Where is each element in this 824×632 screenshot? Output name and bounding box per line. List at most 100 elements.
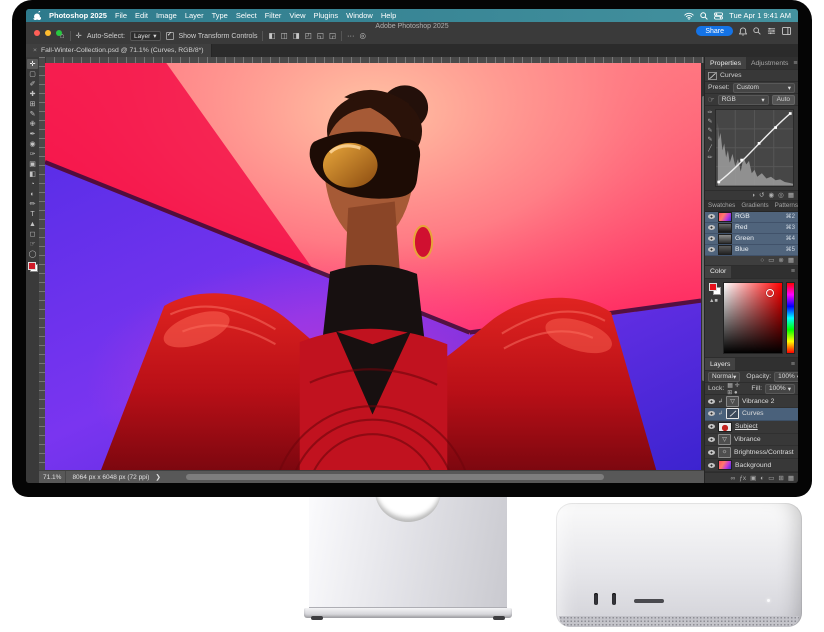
layer-row-subject[interactable]: Subject — [705, 421, 798, 434]
add-mask-icon[interactable]: ▣ — [750, 474, 756, 482]
eye-icon[interactable] — [708, 463, 715, 468]
notifications-bell-icon[interactable] — [739, 27, 747, 36]
minimize-window-button[interactable] — [45, 30, 51, 36]
panel-menu-icon[interactable]: ≡ — [791, 361, 798, 368]
align-bottom-icon[interactable]: ◲ — [329, 32, 336, 40]
reset-icon[interactable]: ↺ — [759, 191, 764, 199]
channel-row-green[interactable]: Green ⌘4 — [705, 234, 798, 245]
gradient-tool[interactable]: ◧ — [27, 169, 38, 179]
menu-help[interactable]: Help — [381, 11, 396, 20]
channel-row-rgb[interactable]: RGB ⌘2 — [705, 212, 798, 223]
home-icon[interactable]: ⌂ — [60, 32, 65, 40]
eye-icon[interactable] — [708, 236, 715, 241]
eye-icon[interactable] — [708, 437, 715, 442]
visibility-icon[interactable]: ◎ — [778, 191, 784, 199]
more-options-icon[interactable]: ··· — [347, 32, 355, 40]
panel-menu-icon[interactable]: ≡ — [793, 60, 798, 67]
gray-point-eyedropper-icon[interactable]: ✎ — [707, 127, 712, 134]
menubar-clock[interactable]: Tue Apr 1 9:41 AM — [729, 11, 791, 20]
menu-file[interactable]: File — [115, 11, 127, 20]
save-selection-icon[interactable]: ▭ — [768, 256, 774, 264]
layer-name[interactable]: Curves — [742, 410, 764, 417]
delete-icon[interactable]: ▦ — [788, 191, 794, 199]
healing-brush-tool[interactable]: ✙ — [27, 119, 38, 129]
foreground-background-swatches[interactable] — [28, 262, 38, 272]
tab-properties[interactable]: Properties — [705, 57, 746, 69]
saturation-brightness-field[interactable] — [723, 282, 783, 355]
smooth-curve-icon[interactable]: ✏ — [707, 154, 712, 161]
magic-wand-tool[interactable]: ✚ — [27, 89, 38, 99]
new-group-icon[interactable]: ▭ — [768, 474, 774, 482]
shape-tool[interactable]: ◻ — [27, 229, 38, 239]
tab-patterns[interactable]: Patterns — [772, 201, 798, 211]
foreground-color-swatch[interactable] — [709, 283, 717, 291]
auto-select-dropdown[interactable]: Layer▾ — [130, 31, 161, 41]
pen-tool[interactable]: ✏ — [27, 199, 38, 209]
eye-icon[interactable] — [708, 450, 715, 455]
draw-curve-icon[interactable]: ╱ — [708, 145, 712, 152]
history-brush-tool[interactable]: ✑ — [27, 149, 38, 159]
status-chevron-icon[interactable]: ❯ — [155, 473, 160, 481]
workspace-layout-icon[interactable] — [782, 27, 792, 35]
eye-icon[interactable] — [708, 411, 715, 416]
eye-icon[interactable] — [708, 424, 715, 429]
align-top-icon[interactable]: ◰ — [305, 32, 312, 40]
preset-dropdown[interactable]: Custom▾ — [733, 83, 795, 93]
link-layers-icon[interactable]: ∞ — [731, 475, 736, 482]
align-left-icon[interactable]: ◧ — [268, 32, 275, 40]
hue-slider[interactable] — [786, 282, 795, 355]
menu-edit[interactable]: Edit — [135, 11, 148, 20]
dodge-tool[interactable]: ◐ — [27, 189, 38, 199]
menu-plugins[interactable]: Plugins — [314, 11, 339, 20]
tab-swatches[interactable]: Swatches — [705, 201, 738, 211]
clip-display-icon[interactable]: ◑ — [751, 192, 755, 199]
channel-row-blue[interactable]: Blue ⌘5 — [705, 245, 798, 256]
color-marker[interactable] — [766, 289, 774, 297]
layer-name[interactable]: Brightness/Contrast — [734, 449, 794, 456]
layer-name[interactable]: Vibrance — [734, 436, 761, 443]
crop-tool[interactable]: ⊞ — [27, 99, 38, 109]
zoom-level[interactable]: 71.1% — [39, 471, 66, 483]
curves-graph[interactable] — [715, 109, 794, 187]
tab-gradients[interactable]: Gradients — [738, 201, 771, 211]
menubar-app-name[interactable]: Photoshop 2025 — [49, 11, 107, 20]
search-icon[interactable] — [700, 12, 708, 20]
channel-dropdown[interactable]: RGB▾ — [718, 95, 769, 105]
white-point-eyedropper-icon[interactable]: ✎ — [707, 136, 712, 143]
tab-color[interactable]: Color — [705, 266, 731, 278]
workspace-settings-icon[interactable] — [767, 27, 776, 35]
layer-row-brightness-contrast[interactable]: ☼ Brightness/Contrast — [705, 446, 798, 459]
align-middle-icon[interactable]: ◱ — [317, 32, 324, 40]
eye-icon[interactable] — [708, 399, 715, 404]
wifi-icon[interactable] — [684, 12, 694, 20]
align-center-icon[interactable]: ◫ — [281, 32, 288, 40]
canvas-image[interactable] — [45, 63, 701, 471]
new-layer-icon[interactable]: ⊞ — [778, 474, 783, 482]
eye-icon[interactable] — [708, 225, 715, 230]
delete-channel-icon[interactable]: ▦ — [788, 256, 794, 264]
fill-dropdown[interactable]: 100%▾ — [765, 384, 795, 394]
layer-row-background[interactable]: Background — [705, 459, 798, 472]
layer-name[interactable]: Subject — [735, 423, 758, 430]
eye-icon[interactable] — [708, 214, 715, 219]
load-selection-icon[interactable]: ○ — [760, 257, 764, 264]
layer-row-vibrance-2[interactable]: ↳ ▽ Vibrance 2 — [705, 395, 798, 408]
share-button[interactable]: Share — [696, 26, 733, 36]
horizontal-scrollbar[interactable] — [165, 471, 701, 483]
search-icon[interactable] — [753, 27, 761, 35]
tab-adjustments[interactable]: Adjustments — [746, 57, 793, 69]
align-right-icon[interactable]: ◨ — [293, 32, 300, 40]
lasso-tool[interactable]: ✐ — [27, 79, 38, 89]
zoom-tool[interactable]: ◯ — [27, 249, 38, 259]
tab-layers[interactable]: Layers — [705, 358, 735, 370]
auto-button[interactable]: Auto — [772, 95, 795, 105]
curve-edit-icon[interactable]: ✑ — [707, 109, 712, 116]
menu-view[interactable]: View — [289, 11, 305, 20]
marquee-tool[interactable]: ▢ — [27, 69, 38, 79]
new-adjustment-layer-icon[interactable]: ◐ — [760, 475, 764, 482]
close-tab-icon[interactable]: × — [33, 47, 37, 54]
new-channel-icon[interactable]: ⊗ — [778, 256, 783, 264]
menu-select[interactable]: Select — [236, 11, 257, 20]
menu-layer[interactable]: Layer — [185, 11, 204, 20]
delete-layer-icon[interactable]: ▦ — [788, 474, 794, 482]
